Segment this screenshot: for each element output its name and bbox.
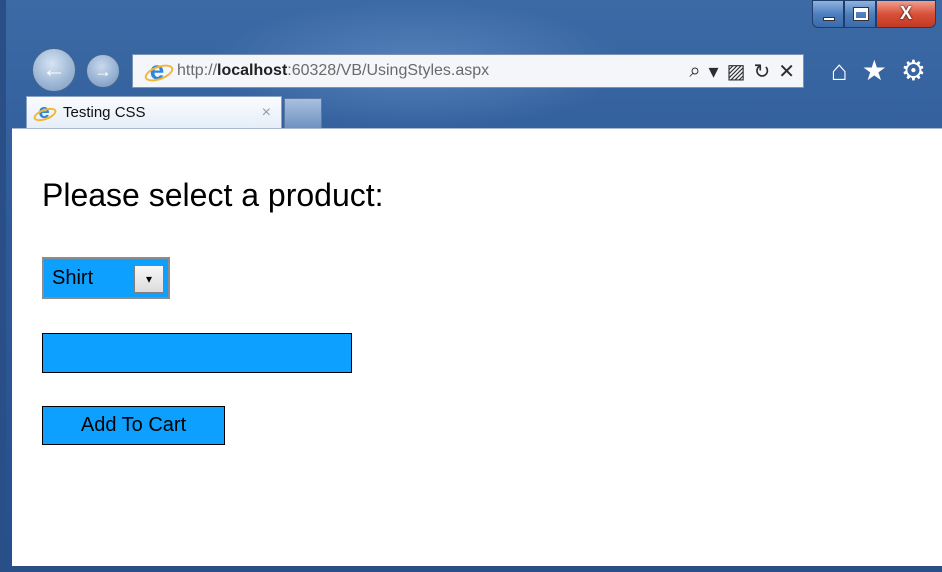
tab-close-icon[interactable]: × [262,104,271,122]
quantity-input[interactable] [42,333,352,373]
close-window-button[interactable]: X [876,0,936,28]
maximize-icon [853,7,869,21]
page-heading: Please select a product: [42,177,384,213]
caption-buttons: X [812,0,936,30]
url-prefix: http:// [177,62,218,79]
home-icon[interactable]: ⌂ [831,56,848,86]
address-tools: ⌕ ▾ ▨ ↻ ✕ [689,59,803,84]
favorites-star-icon[interactable]: ★ [862,56,887,86]
url-path: :60328/VB/UsingStyles.aspx [287,62,490,79]
forward-arrow-icon: → [94,61,112,81]
compatibility-view-icon[interactable]: ▨ [727,59,746,84]
address-bar[interactable]: e http://localhost:60328/VB/UsingStyles.… [132,54,804,88]
minimize-button[interactable] [812,0,844,28]
url-text[interactable]: http://localhost:60328/VB/UsingStyles.as… [177,62,489,80]
stop-icon[interactable]: ✕ [778,59,795,84]
minimize-icon [823,17,835,21]
browser-toolbar-icons: ⌂ ★ ⚙ [831,56,926,86]
settings-gear-icon[interactable]: ⚙ [901,56,926,86]
add-to-cart-button[interactable]: Add To Cart [42,406,225,445]
chevron-down-icon[interactable]: ▾ [134,265,164,293]
back-arrow-icon: ← [42,56,66,83]
close-icon: X [899,3,912,23]
product-select[interactable]: Shirt ▾ [42,257,170,299]
page-content: Please select a product: Shirt ▾ Add To … [12,128,942,566]
new-tab-button[interactable] [284,98,322,128]
maximize-button[interactable] [844,0,876,28]
back-button[interactable]: ← [32,48,76,92]
search-dropdown-icon[interactable]: ▾ [709,59,719,84]
refresh-icon[interactable]: ↻ [753,59,770,84]
search-icon[interactable]: ⌕ [689,60,700,83]
tab-favicon-icon: e [33,102,55,124]
ie-logo-icon: e [143,57,171,85]
product-select-value: Shirt [52,266,94,289]
tab-title: Testing CSS [63,104,146,121]
browser-window: X ← → e http://localhost:60328/VB/UsingS… [0,0,942,572]
forward-button[interactable]: → [86,54,120,88]
url-host: localhost [217,62,288,79]
browser-tab[interactable]: e Testing CSS × [26,96,282,128]
